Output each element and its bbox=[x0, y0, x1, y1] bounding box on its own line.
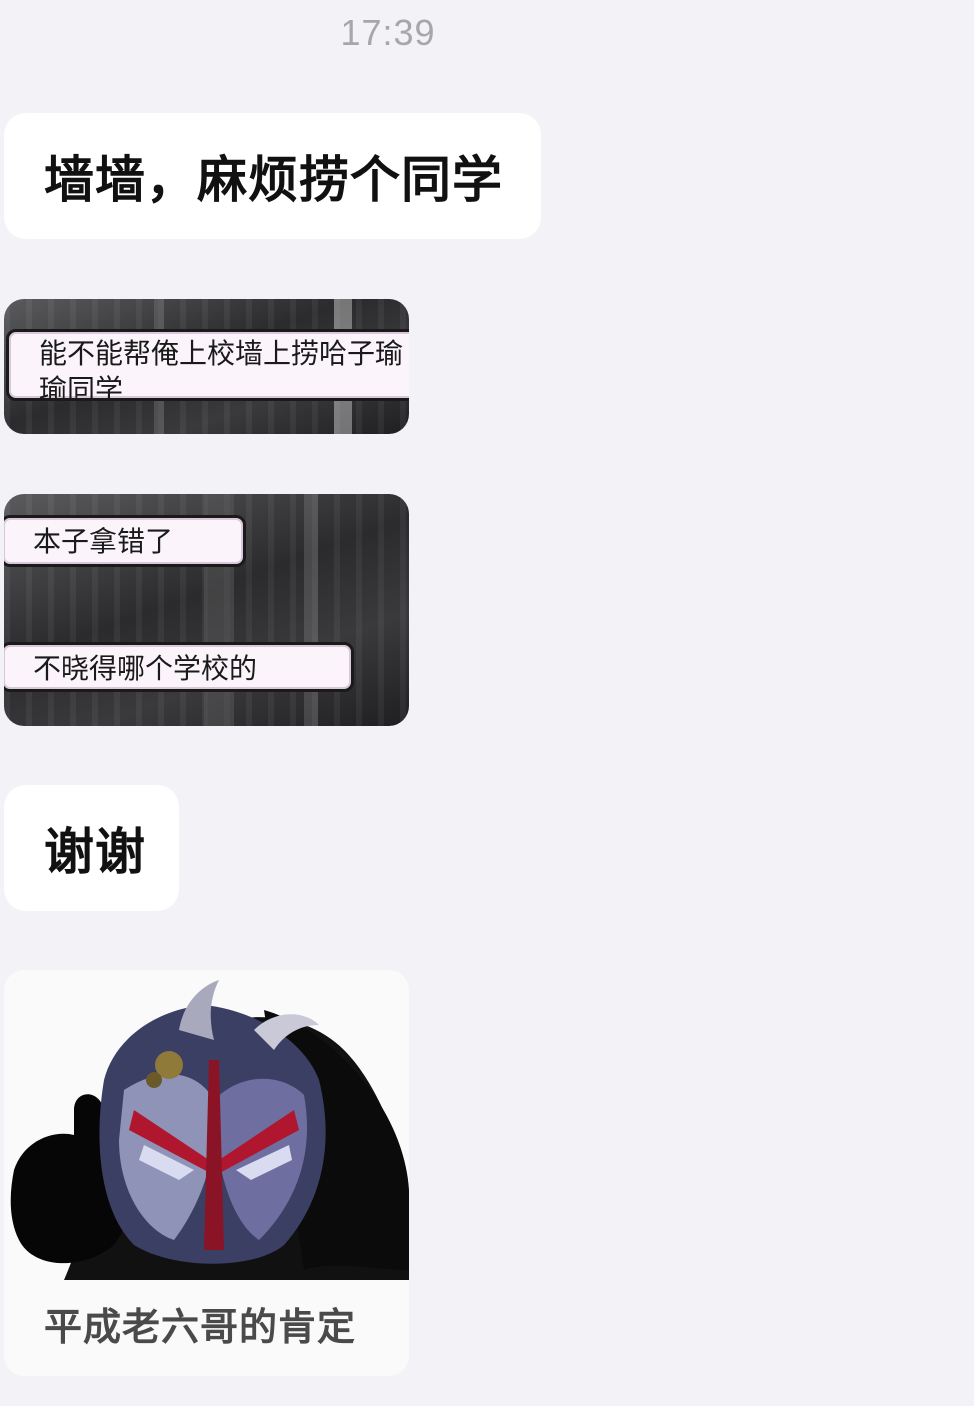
chat-screen: 17:39 墙墙，麻烦捞个同学 能不能帮俺上校墙上捞哈子瑜 瑜同学 本子拿错了 … bbox=[0, 0, 974, 1406]
sticker-caption-cut: 瑜 bbox=[375, 337, 404, 370]
sticker-caption-line: 能不能帮俺上校墙上捞哈子 bbox=[39, 337, 376, 370]
sticker-caption: 能不能帮俺上校墙上捞哈子瑜 瑜同学 bbox=[6, 329, 409, 401]
sticker-caption: 平成老六哥的肯定 bbox=[44, 1305, 357, 1349]
message-bubble-text[interactable]: 谢谢 bbox=[4, 785, 179, 911]
sticker-caption: 本子拿错了 bbox=[4, 515, 246, 567]
armored-helmet-thumbs-up-icon bbox=[10, 980, 409, 1280]
sticker-caption: 不晓得哪个学校的 bbox=[4, 642, 354, 692]
sticker-caption-line: 瑜同学 bbox=[39, 373, 124, 401]
message-text: 墙墙，麻烦捞个同学 bbox=[44, 151, 503, 209]
message-timestamp: 17:39 bbox=[340, 12, 436, 53]
sticker-message[interactable]: 能不能帮俺上校墙上捞哈子瑜 瑜同学 bbox=[4, 299, 409, 434]
sticker-message[interactable]: 本子拿错了 不晓得哪个学校的 bbox=[4, 494, 409, 726]
sticker-message[interactable]: 平成老六哥的肯定 bbox=[4, 970, 409, 1376]
message-bubble-text[interactable]: 墙墙，麻烦捞个同学 bbox=[4, 113, 541, 239]
message-text: 谢谢 bbox=[44, 823, 146, 881]
